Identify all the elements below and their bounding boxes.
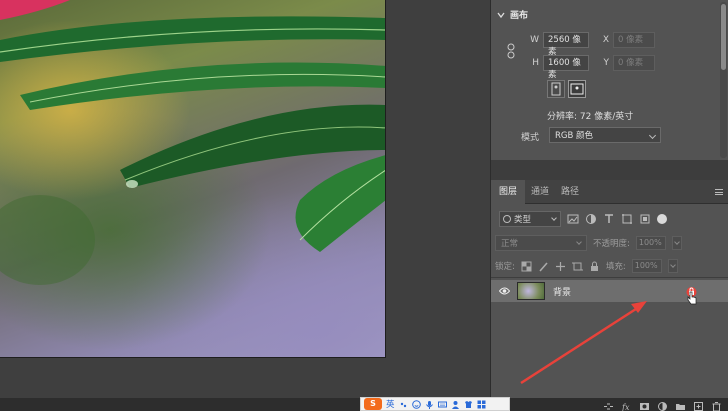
link-icon[interactable] bbox=[506, 42, 516, 60]
layers-tabbar: 图层 通道 路径 bbox=[491, 180, 728, 204]
lock-all-icon[interactable] bbox=[589, 261, 600, 272]
landscape-orientation-button[interactable] bbox=[568, 80, 586, 98]
adjustment-filter-icon[interactable] bbox=[585, 213, 597, 225]
grid-menu-icon[interactable] bbox=[477, 400, 486, 409]
blend-mode-select[interactable]: 正常 bbox=[495, 235, 587, 251]
tab-paths[interactable]: 路径 bbox=[553, 180, 587, 204]
opacity-input[interactable]: 100% bbox=[635, 236, 666, 250]
filter-toggle-switch[interactable] bbox=[657, 214, 667, 224]
layers-footer-icons: fx bbox=[603, 399, 722, 411]
emoji-icon[interactable] bbox=[411, 399, 421, 409]
lock-label: 锁定: bbox=[495, 262, 515, 272]
shape-filter-icon[interactable] bbox=[621, 213, 633, 225]
x-input[interactable]: 0 像素 bbox=[613, 32, 655, 48]
y-input[interactable]: 0 像素 bbox=[613, 55, 655, 71]
group-folder-icon[interactable] bbox=[675, 401, 686, 411]
width-label: W bbox=[530, 35, 539, 45]
right-panel: 画布 W 2560 像素 X 0 像素 H 1600 像素 Y 0 像素 分辨率… bbox=[490, 0, 728, 398]
width-input[interactable]: 2560 像素 bbox=[543, 32, 589, 57]
ime-toolbar: S 英 bbox=[360, 397, 510, 411]
properties-panel: 画布 W 2560 像素 X 0 像素 H 1600 像素 Y 0 像素 分辨率… bbox=[491, 0, 728, 160]
fx-icon[interactable]: fx bbox=[621, 401, 632, 411]
canvas-section-header[interactable]: 画布 bbox=[497, 8, 528, 21]
hand-cursor-icon bbox=[687, 291, 697, 305]
portrait-icon bbox=[551, 82, 561, 96]
delete-layer-icon[interactable] bbox=[711, 401, 722, 411]
height-input[interactable]: 1600 像素 bbox=[543, 55, 589, 80]
tab-channels[interactable]: 通道 bbox=[523, 180, 557, 204]
height-label: H bbox=[532, 58, 539, 68]
portrait-orientation-button[interactable] bbox=[547, 80, 565, 98]
tab-layers[interactable]: 图层 bbox=[491, 180, 526, 204]
type-filter-icon[interactable] bbox=[603, 213, 615, 225]
document-canvas-area bbox=[0, 0, 490, 398]
lock-position-icon[interactable] bbox=[555, 261, 566, 272]
mode-label: 模式 bbox=[521, 133, 540, 143]
skin-icon[interactable] bbox=[464, 400, 473, 409]
filter-kind-select[interactable]: 类型 bbox=[499, 211, 561, 227]
link-layers-icon[interactable] bbox=[603, 401, 614, 411]
svg-text:fx: fx bbox=[621, 403, 630, 411]
pixel-filter-icon[interactable] bbox=[567, 213, 579, 225]
visibility-eye-icon[interactable] bbox=[499, 286, 510, 296]
fill-dropdown-button[interactable] bbox=[667, 259, 678, 273]
sogou-logo[interactable]: S bbox=[364, 398, 382, 410]
opacity-dropdown-button[interactable] bbox=[671, 236, 682, 250]
canvas-section-title: 画布 bbox=[510, 11, 529, 21]
keyboard-icon[interactable] bbox=[437, 400, 447, 409]
fill-label: 填充: bbox=[605, 262, 626, 272]
lock-transparent-pixels-icon[interactable] bbox=[521, 261, 532, 272]
fill-input[interactable]: 100% bbox=[631, 259, 662, 273]
photoshop-window: 画布 W 2560 像素 X 0 像素 H 1600 像素 Y 0 像素 分辨率… bbox=[0, 0, 728, 411]
new-layer-icon[interactable] bbox=[693, 401, 704, 411]
height-row: H 1600 像素 Y 0 像素 bbox=[529, 55, 655, 80]
ime-language-toggle[interactable]: 英 bbox=[386, 398, 395, 410]
layers-panel: 图层 通道 路径 类型 正常 不透明度: 100% 锁定: 填充: 100% 背… bbox=[491, 180, 728, 398]
user-icon[interactable] bbox=[451, 400, 460, 409]
panel-menu-icon[interactable] bbox=[715, 189, 723, 195]
microphone-icon[interactable] bbox=[425, 400, 434, 409]
landscape-icon bbox=[570, 83, 584, 95]
layer-filter-row: 类型 bbox=[499, 211, 667, 227]
opacity-label: 不透明度: bbox=[593, 239, 630, 249]
layers-divider bbox=[491, 277, 728, 278]
smart-object-filter-icon[interactable] bbox=[639, 213, 651, 225]
scrollbar-thumb[interactable] bbox=[721, 4, 726, 70]
adjustment-layer-icon[interactable] bbox=[657, 401, 668, 411]
leaf-artwork bbox=[0, 0, 385, 285]
resolution-text: 分辨率: 72 像素/英寸 bbox=[547, 112, 634, 122]
x-label: X bbox=[602, 35, 609, 45]
color-mode-select[interactable]: RGB 颜色 bbox=[549, 127, 661, 143]
layer-thumbnail[interactable] bbox=[517, 282, 545, 300]
canvas-image[interactable] bbox=[0, 0, 386, 358]
chevron-down-icon bbox=[497, 12, 505, 18]
artboard-lock-icon[interactable] bbox=[571, 261, 583, 272]
panel-separator bbox=[491, 160, 728, 180]
layer-name[interactable]: 背景 bbox=[553, 285, 571, 298]
width-row: W 2560 像素 X 0 像素 bbox=[529, 32, 655, 57]
blend-row: 正常 不透明度: 100% bbox=[495, 235, 682, 251]
punctuation-icon[interactable] bbox=[399, 400, 408, 409]
layer-row-background[interactable]: 背景 bbox=[491, 280, 728, 305]
add-mask-icon[interactable] bbox=[639, 401, 650, 411]
lock-row: 锁定: 填充: 100% bbox=[495, 259, 678, 273]
lock-image-pixels-icon[interactable] bbox=[538, 261, 549, 272]
properties-scrollbar[interactable] bbox=[720, 2, 727, 158]
y-label: Y bbox=[603, 58, 610, 68]
